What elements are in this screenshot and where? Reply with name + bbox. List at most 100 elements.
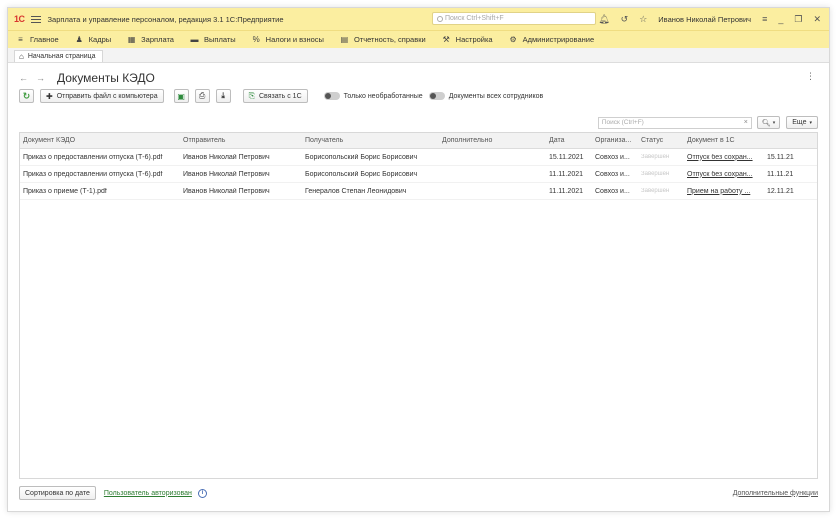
app-window: 1С Зарплата и управление персоналом, ред… xyxy=(7,7,830,512)
table-row[interactable]: Приказ о приеме (Т-1).pdf Иванов Николай… xyxy=(20,183,817,200)
date-cell: 11.11.2021 xyxy=(549,170,583,178)
form-footer: Сортировка по дате Пользователь авторизо… xyxy=(19,486,818,500)
download-icon: ⤓ xyxy=(221,91,225,100)
send-file-button[interactable]: ✚ Отправить файл с компьютера xyxy=(40,89,164,103)
menu-item-label: Отчетность, справки xyxy=(353,35,426,44)
tab-home[interactable]: ⌂ Начальная страница xyxy=(14,50,103,62)
column-header[interactable]: Документ в 1С xyxy=(684,137,764,144)
status-cell: Завершен xyxy=(641,171,670,177)
doc-cell: Приказ о предоставлении отпуска (Т-6).pd… xyxy=(23,153,163,161)
doc-1c-date-cell: 12.11.21 xyxy=(767,187,794,195)
refresh-button[interactable]: ↻ xyxy=(19,89,34,103)
all-employees-toggle[interactable]: Документы всех сотрудников xyxy=(428,92,544,100)
info-icon[interactable]: i xyxy=(197,488,207,498)
link-1c-button[interactable]: ⎘ Связать с 1С xyxy=(242,89,308,103)
back-arrow-icon[interactable]: ← xyxy=(19,73,28,83)
wrench-icon: ⚒ xyxy=(442,35,450,44)
more-button[interactable]: Еще ▾ xyxy=(786,116,818,129)
doc-1c-link[interactable]: Отпуск без сохран... xyxy=(687,171,753,178)
menu-item-label: Налоги и взносы xyxy=(265,35,324,44)
menu-item-admin[interactable]: ⚙ Администрирование xyxy=(509,35,595,44)
user-name[interactable]: Иванов Николай Петрович xyxy=(658,15,751,24)
menu-item-settings[interactable]: ⚒ Настройка xyxy=(442,35,493,44)
app-logo: 1С xyxy=(14,14,25,24)
column-header[interactable]: Статус xyxy=(638,137,684,144)
sender-cell: Иванов Николай Петрович xyxy=(183,187,270,195)
open-tabs: ⌂ Начальная страница xyxy=(8,48,829,63)
status-cell: Завершен xyxy=(641,188,670,194)
chevron-down-icon: ▾ xyxy=(772,119,776,126)
link-document-icon: ⎘ xyxy=(248,91,255,100)
table-row[interactable]: Приказ о предоставлении отпуска (Т-6).pd… xyxy=(20,166,817,183)
only-unprocessed-toggle[interactable]: Только необработанные xyxy=(323,92,423,100)
star-icon[interactable]: ☆ xyxy=(639,14,647,25)
doc-cell: Приказ о приеме (Т-1).pdf xyxy=(23,187,107,195)
sender-cell: Иванов Николай Петрович xyxy=(183,170,270,178)
list-search-placeholder: Поиск (Ctrl+F) xyxy=(601,119,644,126)
history-icon[interactable]: ↺ xyxy=(621,14,629,25)
menu-item-label: Администрирование xyxy=(522,35,595,44)
sort-by-date-button[interactable]: Сортировка по дате xyxy=(19,486,96,500)
settings-menu-icon[interactable]: ≡ xyxy=(762,14,767,24)
download-button[interactable]: ⤓ xyxy=(215,89,231,103)
extra-functions-link[interactable]: Дополнительные функции xyxy=(733,490,818,497)
column-header[interactable]: Отправитель xyxy=(180,137,302,144)
menu-item-label: Выплаты xyxy=(203,35,236,44)
toggle-switch[interactable] xyxy=(428,92,445,100)
column-header[interactable]: Документ КЭДО xyxy=(20,137,180,144)
form-header: ← → Документы КЭДО xyxy=(19,71,155,85)
printer-icon: ⎙ xyxy=(198,91,206,100)
column-header[interactable]: Дата xyxy=(546,137,592,144)
maximize-icon[interactable]: ❐ xyxy=(794,14,802,25)
table-row[interactable]: Приказ о предоставлении отпуска (Т-6).pd… xyxy=(20,149,817,166)
doc-1c-link[interactable]: Отпуск без сохран... xyxy=(687,154,753,161)
menu-item-staff[interactable]: ♟ Кадры xyxy=(75,35,112,44)
more-vertical-icon[interactable]: ⋮ xyxy=(806,71,815,82)
bell-icon[interactable]: 🔔︎ xyxy=(598,14,609,25)
menu-item-main[interactable]: ≡ Главное xyxy=(16,35,59,44)
clear-icon[interactable]: × xyxy=(744,119,748,126)
menu-item-label: Главное xyxy=(30,35,59,44)
documents-table: Документ КЭДО Отправитель Получатель Доп… xyxy=(19,132,818,479)
menu-item-salary[interactable]: ▦ Зарплата xyxy=(127,35,174,44)
menu-item-taxes[interactable]: % Налоги и взносы xyxy=(252,35,324,44)
toggle-label: Документы всех сотрудников xyxy=(448,92,544,100)
list-search-input[interactable]: Поиск (Ctrl+F) × xyxy=(597,116,752,129)
menu-item-label: Зарплата xyxy=(141,35,174,44)
people-icon: ♟ xyxy=(75,35,83,44)
sections-menu: ≡ Главное ♟ Кадры ▦ Зарплата ▬ Выплаты %… xyxy=(8,30,829,48)
org-cell: Совхоз и... xyxy=(595,170,630,178)
spreadsheet-icon: ▣ xyxy=(177,91,185,101)
global-search-input[interactable]: Поиск Ctrl+Shift+F xyxy=(432,12,596,25)
column-header[interactable]: Получатель xyxy=(302,137,439,144)
doc-cell: Приказ о предоставлении отпуска (Т-6).pd… xyxy=(23,170,163,178)
column-header[interactable]: Дополнительно xyxy=(439,137,546,144)
refresh-icon: ↻ xyxy=(22,90,31,101)
close-icon[interactable]: ✕ xyxy=(813,14,821,25)
doc-1c-date-cell: 11.11.21 xyxy=(767,170,794,178)
main-menu-icon[interactable] xyxy=(30,15,41,23)
global-search-placeholder: Поиск Ctrl+Shift+F xyxy=(445,15,504,22)
menu-item-reports[interactable]: ▤ Отчетность, справки xyxy=(340,35,426,44)
calculator-icon: ▦ xyxy=(127,35,136,44)
money-icon: ▬ xyxy=(190,35,199,44)
doc-1c-link[interactable]: Прием на работу ... xyxy=(687,188,750,195)
date-cell: 15.11.2021 xyxy=(549,153,584,161)
forward-arrow-icon[interactable]: → xyxy=(36,73,45,83)
table-header: Документ КЭДО Отправитель Получатель Доп… xyxy=(20,133,817,149)
menu-item-payments[interactable]: ▬ Выплаты xyxy=(190,35,236,44)
excel-button[interactable]: ▣ xyxy=(173,89,189,103)
percent-icon: % xyxy=(252,35,260,44)
menu-icon: ≡ xyxy=(18,35,23,44)
print-button[interactable]: ⎙ xyxy=(194,89,210,103)
column-header[interactable]: Организа... xyxy=(592,137,638,144)
toggle-switch[interactable] xyxy=(323,92,340,100)
send-file-label: Отправить файл с компьютера xyxy=(56,92,158,100)
org-cell: Совхоз и... xyxy=(595,187,630,195)
menu-item-label: Настройка xyxy=(455,35,493,44)
title-bar-actions: 🔔︎ ↺ ☆ Иванов Николай Петрович ≡ _ ❐ ✕ xyxy=(598,8,821,30)
search-button[interactable]: 🔍︎ ▾ xyxy=(756,116,781,129)
user-authorized-link[interactable]: Пользователь авторизован xyxy=(104,490,192,497)
minimize-icon[interactable]: _ xyxy=(778,14,783,24)
sender-cell: Иванов Николай Петрович xyxy=(183,153,270,161)
